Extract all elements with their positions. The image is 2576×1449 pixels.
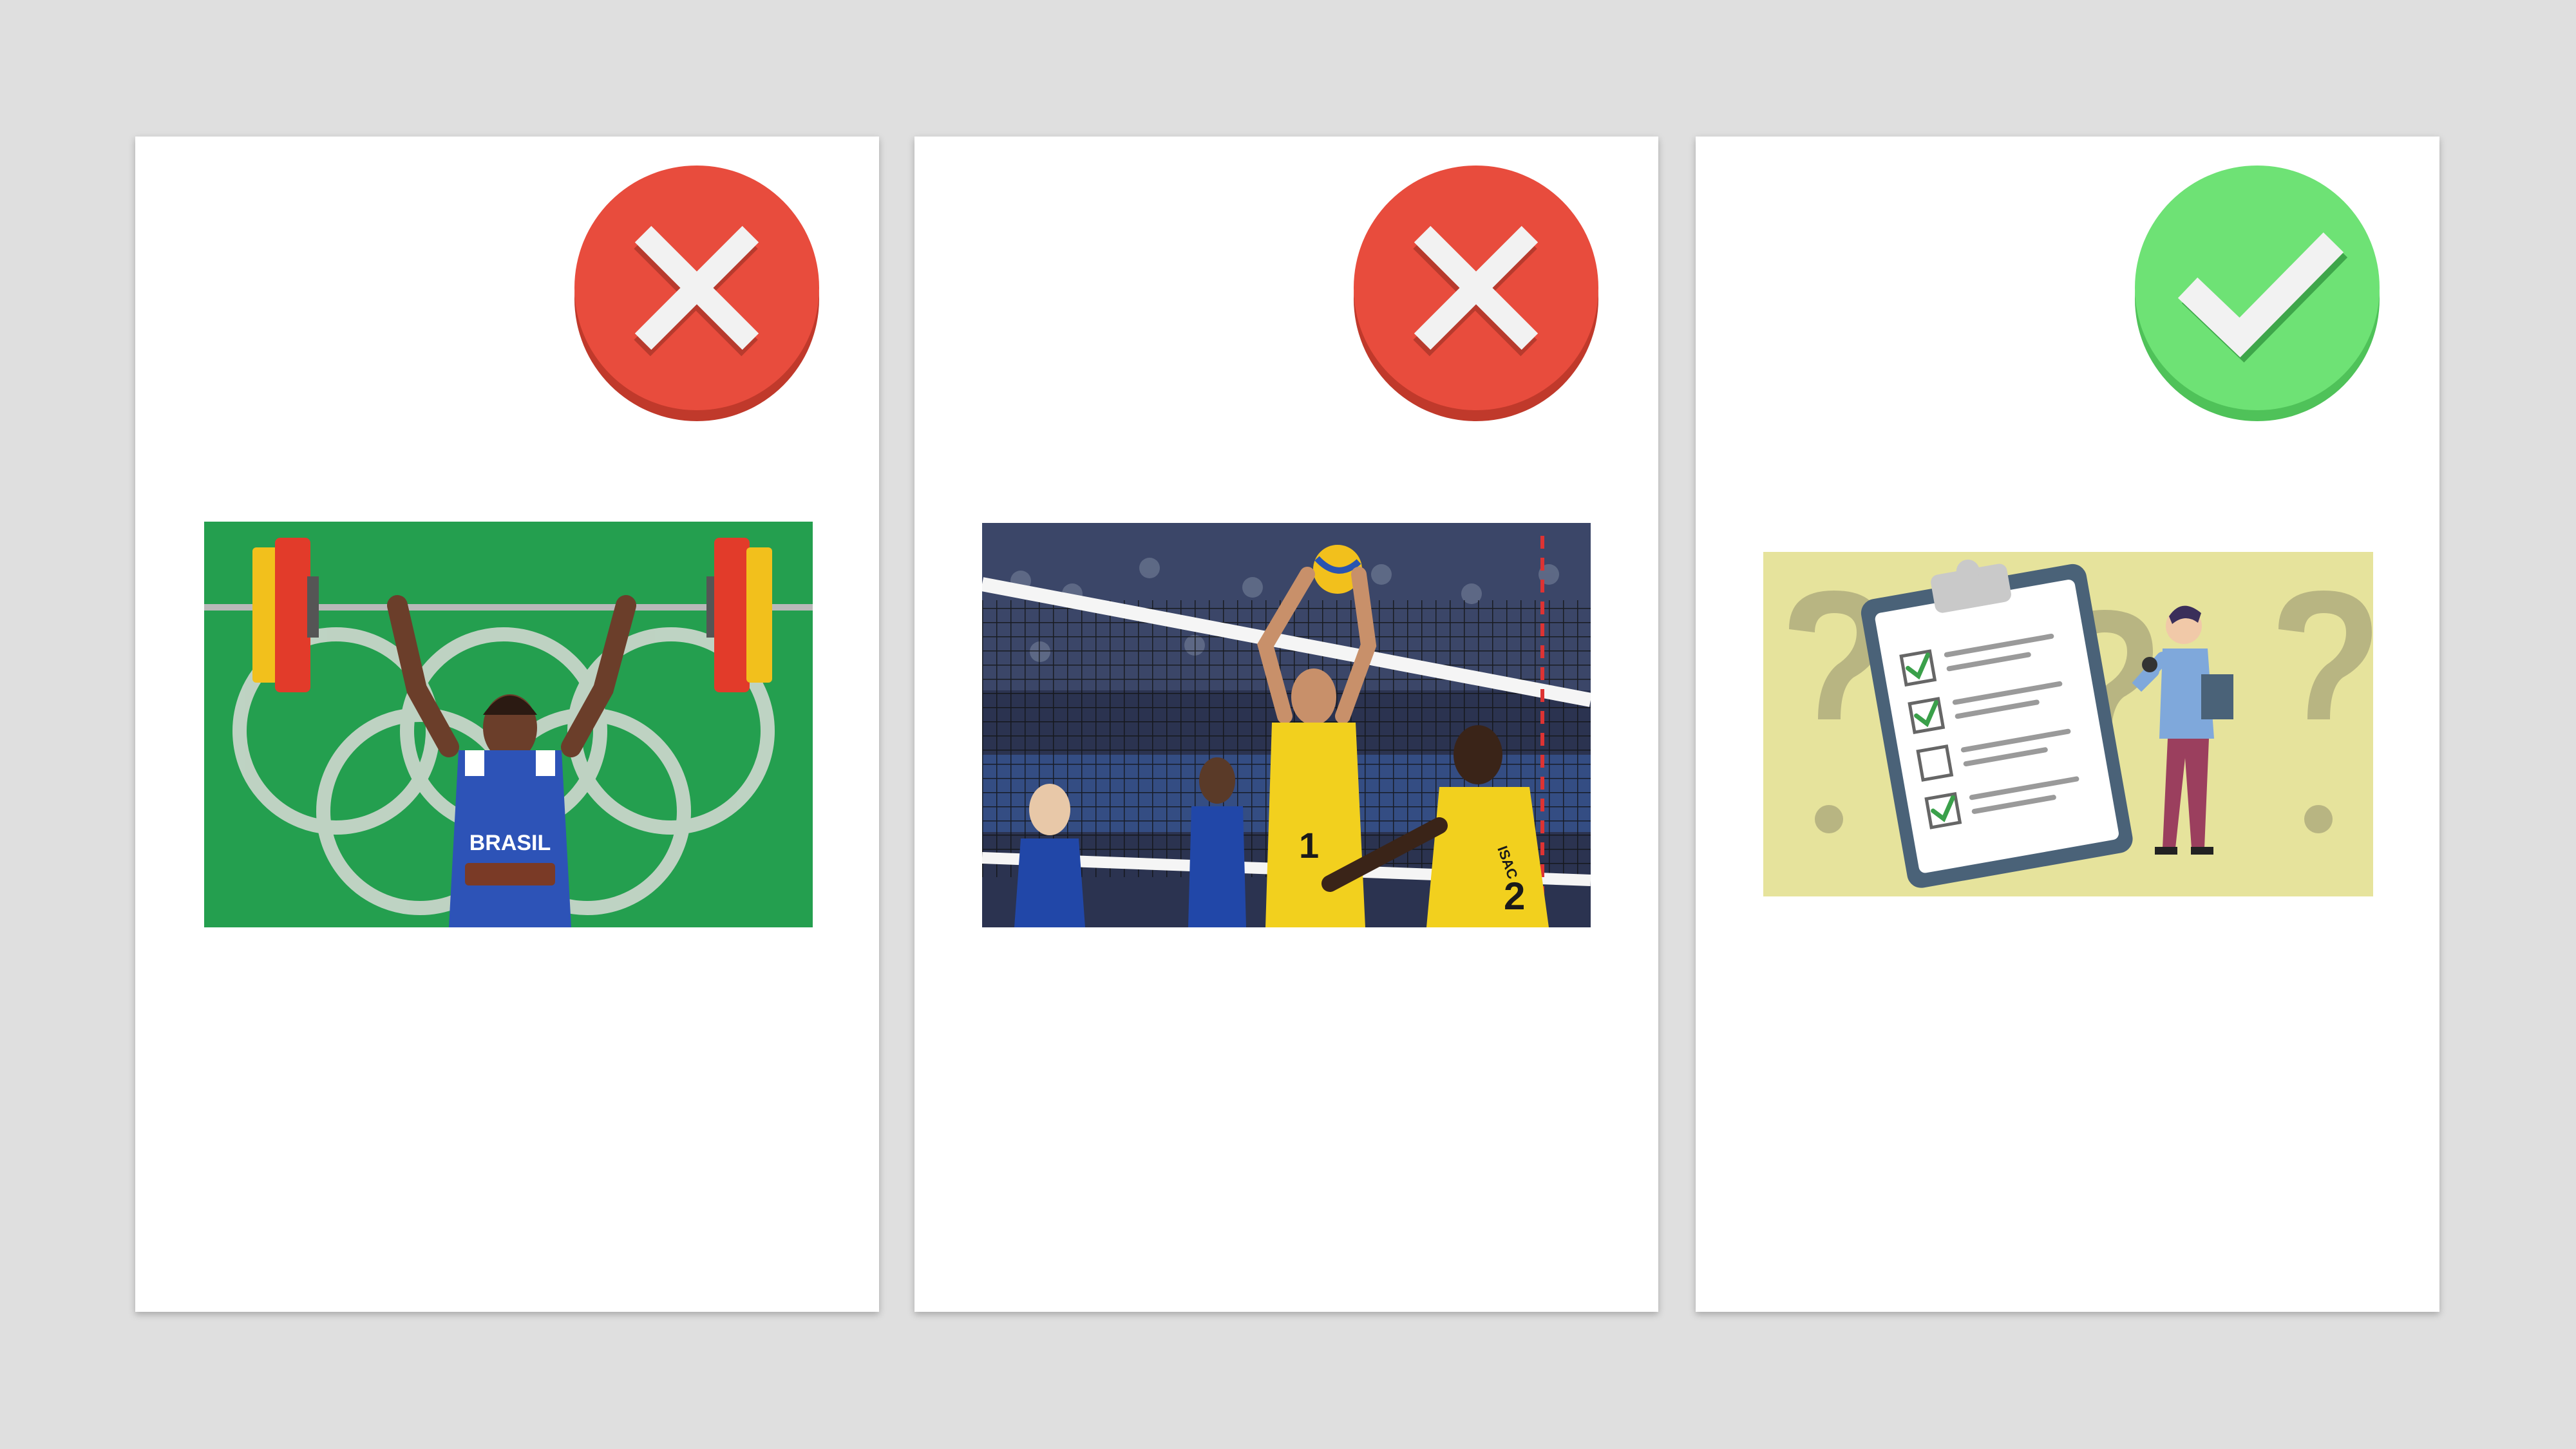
- incorrect-badge: [1352, 162, 1600, 423]
- jersey-number-1: 1: [1299, 825, 1319, 866]
- option-card-volleyball[interactable]: 1 2 ISAC: [914, 137, 1658, 1312]
- volleyball-photo: 1 2 ISAC: [982, 523, 1591, 927]
- correct-badge: [2134, 162, 2382, 423]
- close-icon: [1354, 166, 1598, 421]
- incorrect-badge: [573, 162, 821, 423]
- survey-checklist-illustration: [1763, 552, 2373, 896]
- weightlifting-photo: BRASIL: [204, 522, 813, 927]
- close-icon: [574, 166, 819, 421]
- jersey-text: BRASIL: [469, 831, 551, 855]
- jersey-number-2: 2: [1504, 875, 1525, 918]
- option-card-weightlifting[interactable]: BRASIL: [135, 137, 879, 1312]
- option-card-survey[interactable]: [1696, 137, 2439, 1312]
- check-icon: [2135, 166, 2380, 421]
